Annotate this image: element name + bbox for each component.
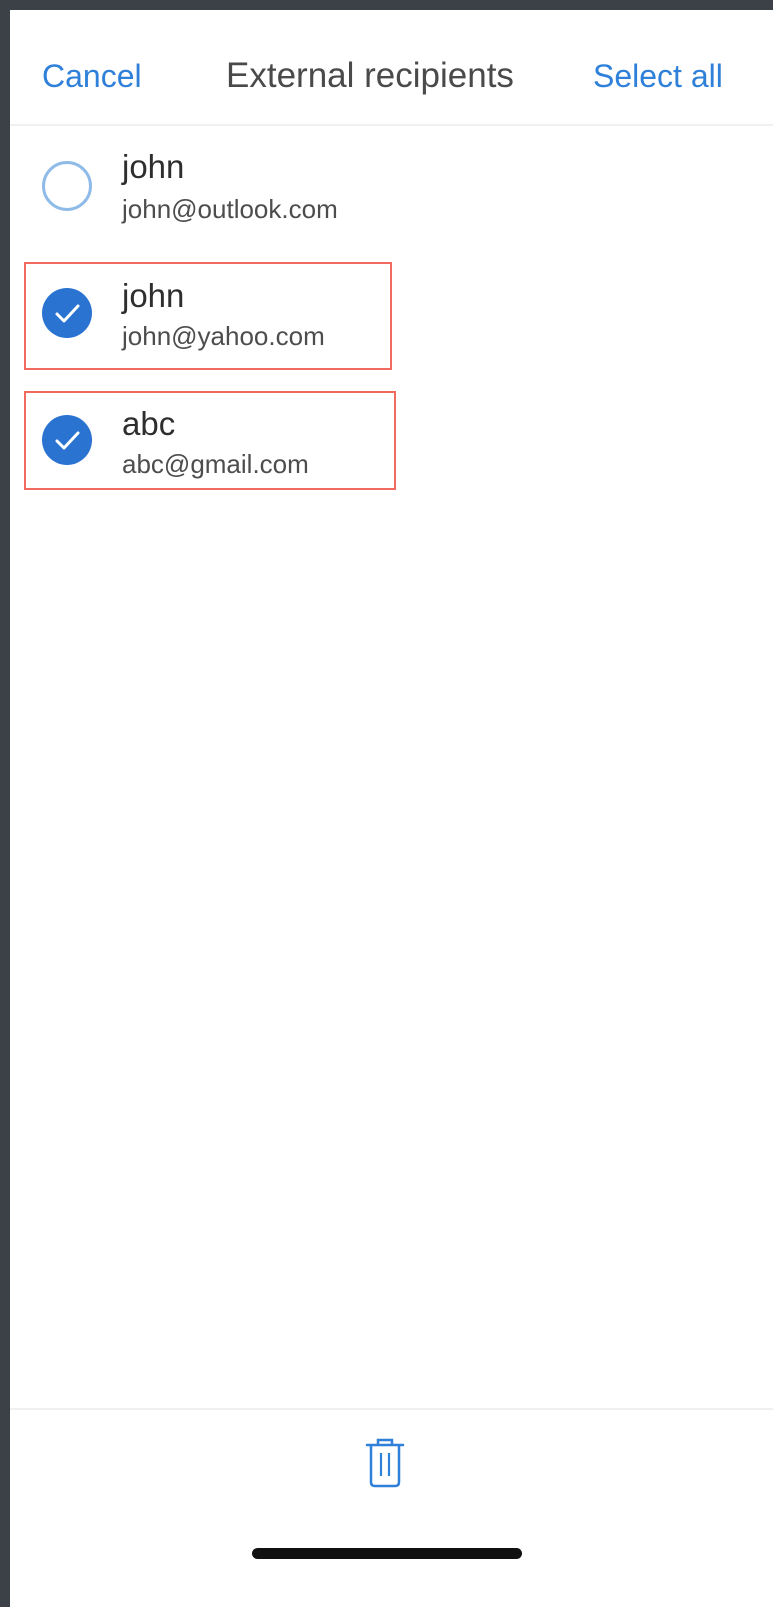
recipient-row[interactable]: abc abc@gmail.com [10, 391, 750, 501]
recipient-row[interactable]: john john@yahoo.com [10, 262, 750, 372]
recipient-row[interactable]: john john@outlook.com [10, 132, 750, 242]
bottom-toolbar [10, 1408, 773, 1609]
recipient-name: john [122, 277, 185, 314]
page-title: External recipients [226, 56, 514, 95]
trash-icon[interactable] [365, 1438, 405, 1490]
recipient-email: john@outlook.com [122, 194, 338, 224]
home-indicator [252, 1548, 522, 1559]
recipient-email: john@yahoo.com [122, 321, 325, 351]
recipient-email: abc@gmail.com [122, 449, 309, 479]
cancel-button[interactable]: Cancel [42, 58, 142, 95]
checkmark-circle-icon[interactable] [42, 415, 92, 465]
radio-unchecked-icon[interactable] [42, 161, 92, 211]
checkmark-circle-icon[interactable] [42, 288, 92, 338]
recipient-name: john [122, 148, 185, 185]
header-bar: Cancel External recipients Select all [10, 10, 773, 126]
recipient-name: abc [122, 405, 176, 442]
select-all-button[interactable]: Select all [593, 58, 723, 95]
